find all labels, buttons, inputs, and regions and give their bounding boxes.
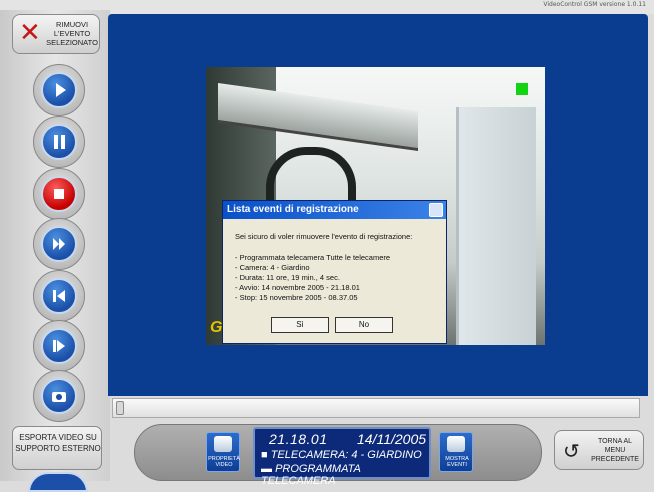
step-forward-icon — [53, 340, 65, 352]
step-back-button[interactable] — [33, 270, 85, 322]
fast-forward-icon — [53, 238, 65, 250]
pause-button[interactable] — [33, 116, 85, 168]
slider-thumb[interactable] — [116, 401, 124, 415]
play-icon — [56, 83, 66, 97]
back-to-menu-label: Torna al menu precedente — [591, 438, 639, 463]
dialog-details: - Programmata telecamera Tutte le teleca… — [235, 253, 445, 303]
export-video-button[interactable]: Esporta video su supporto esterno — [12, 426, 102, 470]
back-arrow-icon: ↺ — [563, 439, 580, 463]
dialog-title-bar: Lista eventi di registrazione — [223, 201, 446, 219]
time-readout: 21.18.01 — [269, 431, 328, 447]
close-icon: ✕ — [19, 18, 41, 48]
video-properties-label: Proprietà video — [208, 456, 240, 468]
yes-button[interactable]: Sì — [271, 317, 329, 333]
show-events-button[interactable]: Mostra eventi — [439, 432, 473, 472]
export-video-label: Esporta video su supporto esterno — [15, 433, 101, 453]
timeline-slider[interactable] — [112, 398, 640, 418]
back-to-menu-button[interactable]: ↺ Torna al menu precedente — [554, 430, 644, 470]
no-button[interactable]: No — [335, 317, 393, 333]
extra-round-button[interactable] — [28, 472, 88, 492]
dialog-detail-line: - Avvio: 14 novembre 2005 - 21.18.01 — [235, 283, 360, 292]
dialog-detail-line: - Stop: 15 novembre 2005 - 08.37.05 — [235, 293, 358, 302]
dialog-detail-line: - Durata: 11 ore, 19 min., 4 sec. — [235, 273, 340, 282]
show-events-label: Mostra eventi — [445, 456, 469, 468]
step-forward-button[interactable] — [33, 320, 85, 372]
events-icon — [447, 436, 465, 452]
camera-icon — [52, 392, 66, 402]
dialog-detail-line: - Programmata telecamera Tutte le teleca… — [235, 253, 391, 262]
dialog-title: Lista eventi di registrazione — [227, 204, 359, 215]
version-label: VideoControl GSM versione 1.0.11 — [543, 1, 646, 8]
camera-readout: ■ TELECAMERA: 4 - GIARDINO — [261, 449, 422, 461]
confirm-dialog: Lista eventi di registrazione Sei sicuro… — [222, 200, 447, 344]
overlay-letter: G — [210, 319, 223, 336]
stop-icon — [54, 189, 64, 199]
dialog-message: Sei sicuro di voler rimuovere l'evento d… — [235, 232, 413, 241]
stop-button[interactable] — [33, 168, 85, 220]
pause-icon — [54, 135, 65, 149]
dialog-detail-line: - Camera: 4 - Giardino — [235, 263, 310, 272]
step-back-icon — [53, 290, 65, 302]
remove-event-button[interactable]: ✕ Rimuovi l'evento selezionato — [12, 14, 100, 54]
recording-indicator — [516, 83, 528, 95]
remove-event-label: Rimuovi l'evento selezionato — [46, 20, 98, 47]
video-properties-button[interactable]: Proprietà video — [206, 432, 240, 472]
play-button[interactable] — [33, 64, 85, 116]
status-display: 21.18.01 14/11/2005 ■ TELECAMERA: 4 - GI… — [253, 427, 431, 487]
date-readout: 14/11/2005 — [357, 431, 427, 447]
properties-icon — [214, 436, 232, 452]
program-readout: ▬ PROGRAMMATA TELECAMERA — [261, 463, 361, 487]
dialog-close-icon[interactable] — [429, 203, 443, 217]
fast-forward-button[interactable] — [33, 218, 85, 270]
snapshot-button[interactable] — [33, 370, 85, 422]
